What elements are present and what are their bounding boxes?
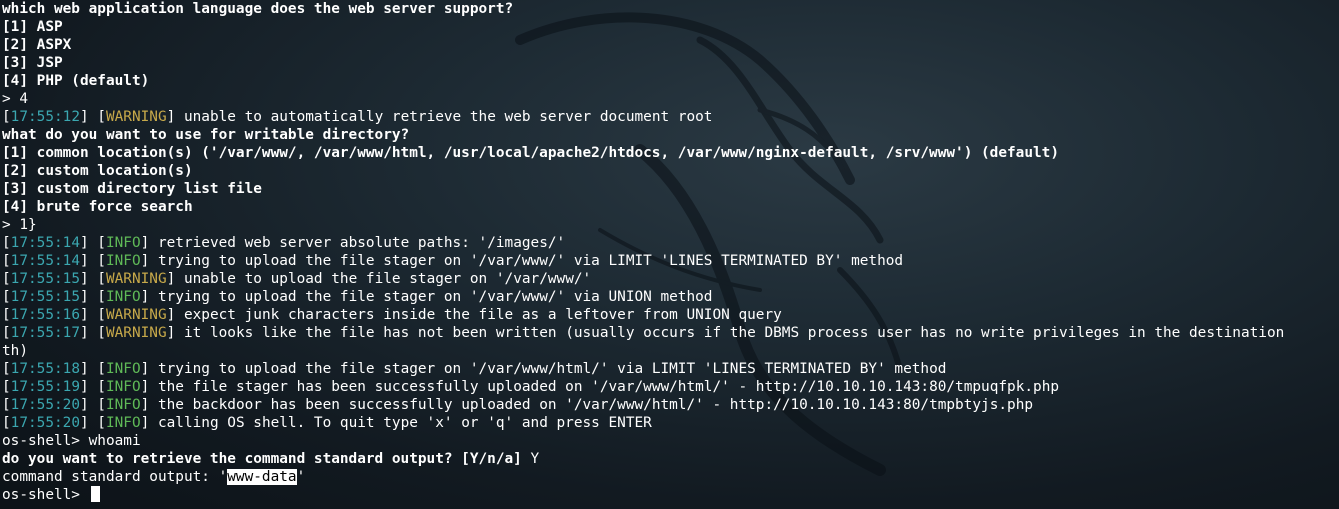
log-timestamp: 17:55:14 [10, 253, 80, 269]
directory-option: [2] custom location(s) [2, 163, 193, 179]
language-answer: > 4 [2, 91, 28, 107]
language-option: [1] ASP [2, 19, 63, 35]
language-option: [3] JSP [2, 55, 63, 71]
log-message: trying to upload the file stager on '/va… [149, 253, 904, 269]
log-message: unable to upload the file stager on '/va… [175, 271, 592, 287]
output-value[interactable]: www-data [227, 469, 297, 485]
log-line: [17:55:14] [INFO] trying to upload the f… [2, 253, 904, 269]
log-level: WARNING [105, 109, 167, 125]
log-line: [17:55:16] [WARNING] expect junk charact… [2, 307, 782, 323]
retrieve-line: do you want to retrieve the command stan… [2, 450, 1339, 468]
log-level: INFO [105, 361, 141, 377]
log-line: [17:55:12] [WARNING] unable to automatic… [2, 109, 713, 125]
log-message: unable to automatically retrieve the web… [175, 109, 713, 125]
log-timestamp: 17:55:15 [10, 289, 80, 305]
log-timestamp: 17:55:16 [10, 307, 80, 323]
log-level: INFO [105, 289, 141, 305]
log-timestamp: 17:55:20 [10, 415, 80, 431]
log-message: the backdoor has been successfully uploa… [149, 397, 1034, 413]
directory-option: [4] brute force search [2, 199, 193, 215]
language-prompt: which web application language does the … [2, 1, 514, 17]
retrieve-prompt: do you want to retrieve the command stan… [2, 451, 522, 467]
log-line: [17:55:14] [INFO] retrieved web server a… [2, 235, 566, 251]
log-timestamp: 17:55:15 [10, 271, 80, 287]
directory-prompt: what do you want to use for writable dir… [2, 127, 410, 143]
log-level: INFO [105, 235, 141, 251]
log-level: WARNING [105, 307, 167, 323]
log-timestamp: 17:55:14 [10, 235, 80, 251]
log-line: [17:55:19] [INFO] the file stager has be… [2, 379, 1060, 395]
shell-prompt: os-shell> [2, 487, 89, 503]
output-close: ' [296, 469, 306, 485]
retrieve-answer: Y [521, 451, 540, 467]
log-line: [17:55:20] [INFO] the backdoor has been … [2, 397, 1034, 413]
language-option: [2] ASPX [2, 37, 72, 53]
shell-command: whoami [88, 433, 141, 449]
output-line: command standard output: 'www-data' [2, 468, 1339, 486]
log-level: INFO [105, 415, 141, 431]
log-level: INFO [105, 379, 141, 395]
log-timestamp: 17:55:20 [10, 397, 80, 413]
log-timestamp: 17:55:19 [10, 379, 80, 395]
log-line: [17:55:15] [INFO] trying to upload the f… [2, 289, 713, 305]
log-level: WARNING [105, 271, 167, 287]
shell-prompt: os-shell> [2, 433, 89, 449]
directory-option: [1] common location(s) ('/var/www/, /var… [2, 145, 1059, 161]
log-timestamp: 17:55:18 [10, 361, 80, 377]
directory-answer: > 1} [2, 217, 37, 233]
log-line: [17:55:17] [WARNING] it looks like the f… [2, 325, 1285, 341]
log-message: trying to upload the file stager on '/va… [149, 361, 947, 377]
shell-command-line: os-shell> whoami [2, 432, 1339, 450]
log-level: INFO [105, 397, 141, 413]
cursor-block-icon[interactable] [90, 486, 100, 502]
log-message: trying to upload the file stager on '/va… [149, 289, 713, 305]
terminal-output: which web application language does the … [2, 0, 1339, 504]
log-message: retrieved web server absolute paths: '/i… [149, 235, 566, 251]
shell-input-line[interactable]: os-shell> [2, 486, 1339, 504]
language-option: [4] PHP (default) [2, 73, 150, 89]
log-message: it looks like the file has not been writ… [175, 325, 1285, 341]
log-timestamp: 17:55:17 [10, 325, 80, 341]
log-line: [17:55:18] [INFO] trying to upload the f… [2, 361, 947, 377]
log-timestamp: 17:55:12 [10, 109, 80, 125]
log-message: expect junk characters inside the file a… [175, 307, 782, 323]
log-line: [17:55:20] [INFO] calling OS shell. To q… [2, 415, 652, 431]
directory-option: [3] custom directory list file [2, 181, 262, 197]
log-message: the file stager has been successfully up… [149, 379, 1060, 395]
log-level: INFO [105, 253, 141, 269]
log-level: WARNING [105, 325, 167, 341]
output-label: command standard output: ' [2, 469, 228, 485]
log-message: calling OS shell. To quit type 'x' or 'q… [149, 415, 652, 431]
log-line: [17:55:15] [WARNING] unable to upload th… [2, 271, 592, 287]
log-wrap-continuation: th) [2, 343, 28, 359]
